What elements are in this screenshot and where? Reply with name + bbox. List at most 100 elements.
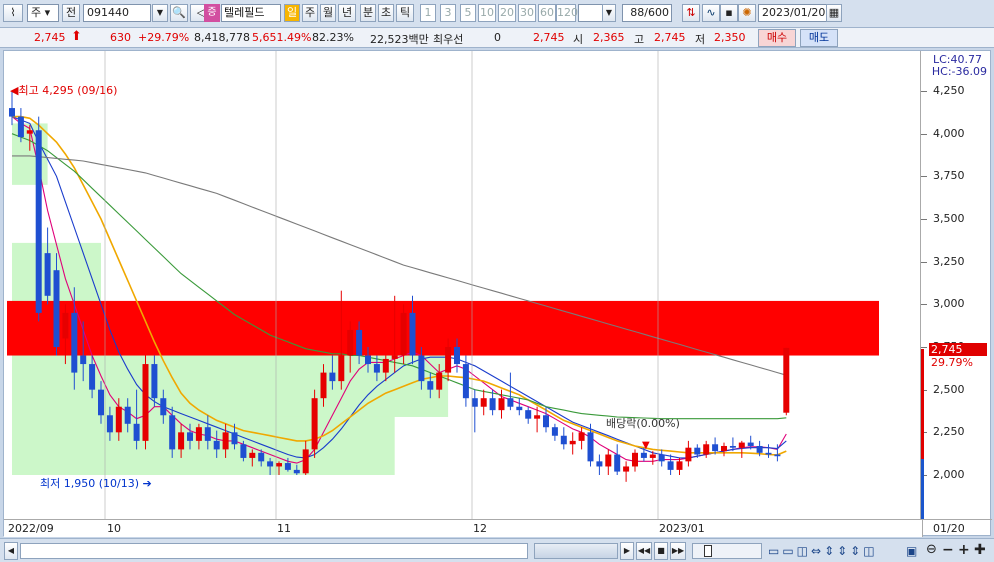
candle-body-29 [267, 461, 274, 467]
buy-button[interactable]: 매수 [758, 29, 796, 47]
stock-dropdown-button[interactable]: ▼ [152, 4, 168, 22]
interval-dropdown-button[interactable]: ▼ [602, 4, 616, 22]
y-tick-label: 4,000 [933, 126, 965, 140]
candle-body-22 [204, 427, 211, 441]
period-week-button[interactable]: 주 [302, 4, 318, 22]
candle-chart-plot[interactable] [4, 51, 922, 519]
stock-name: 텔레필드 [221, 4, 281, 22]
calendar-icon[interactable]: ▦ [826, 4, 842, 22]
rewind-button[interactable]: ◀◀ [636, 542, 652, 560]
y-tick-label: 3,000 [933, 297, 965, 311]
stock-code-input[interactable]: 091440 [83, 4, 151, 22]
candle-body-84 [756, 445, 763, 453]
period-day-button[interactable]: 일 [284, 4, 300, 22]
period-low-label: 최저 1,950 (10/13) [40, 477, 140, 490]
period-minute-button[interactable]: 분 [360, 4, 376, 22]
candle-body-78 [703, 444, 710, 455]
resistance-zone [7, 300, 879, 356]
low-label: 저 [695, 33, 706, 46]
interval-60-button[interactable]: 60 [538, 4, 556, 22]
candle-body-66 [596, 461, 603, 467]
scrollbar-thumb[interactable] [534, 543, 618, 559]
y-tick-mark [921, 347, 927, 348]
save-icon[interactable]: ▪ [720, 4, 738, 22]
period-tick-button[interactable]: 틱 [396, 4, 414, 22]
candle-body-19 [178, 432, 185, 450]
candle-body-62 [560, 435, 567, 445]
candle-body-23 [213, 440, 220, 450]
up-arrow-icon: ⬆ [71, 29, 82, 44]
date-input[interactable]: 2023/01/20 [758, 4, 828, 22]
high-price: 2,745 [654, 31, 686, 44]
snapshot-icon[interactable]: ▣ [906, 544, 917, 558]
candle-body-37 [338, 355, 345, 382]
period-month-button[interactable]: 월 [320, 4, 336, 22]
zoom-out-button[interactable]: − [942, 542, 954, 558]
candle-body-1 [17, 116, 24, 138]
drawing-tool-icons[interactable]: ▭▭◫⇔⇕⇕⇕◫ [768, 544, 878, 558]
interval-10-button[interactable]: 10 [478, 4, 496, 22]
candle-body-65 [587, 432, 594, 462]
interval-20-button[interactable]: 20 [498, 4, 516, 22]
search-icon[interactable]: 🔍 [170, 4, 188, 22]
candle-body-7 [71, 312, 78, 373]
y-tick-label: 3,750 [933, 169, 965, 183]
interval-3-button[interactable]: 3 [440, 4, 456, 22]
zoom-slider[interactable] [692, 543, 762, 559]
market-type-select[interactable]: 주 ▾ [27, 4, 59, 22]
stop-button[interactable]: ■ [654, 542, 668, 560]
candle-body-81 [729, 445, 736, 448]
zoom-in-button[interactable]: + [958, 542, 970, 558]
period-high-marker: ◀최고 4,295 (09/16) [10, 84, 118, 97]
candle-body-25 [231, 432, 238, 445]
y-axis: LC:40.77 HC:-36.09 4,250 4,000 3,750 3,500 3… [920, 51, 990, 519]
scrollbar-track[interactable] [20, 543, 528, 559]
y-tick-label: 2,000 [933, 468, 965, 481]
x-label-sep: 2022/09 [8, 522, 54, 535]
y-tick-mark [921, 176, 927, 178]
candle-body-63 [569, 440, 576, 445]
chart-type-icon[interactable]: ⌇ [3, 4, 23, 22]
fast-forward-button[interactable]: ▶▶ [670, 542, 686, 560]
candle-body-74 [667, 461, 674, 470]
settings-gear-icon[interactable]: ✺ [738, 4, 756, 22]
y-tick-mark [921, 261, 927, 263]
candle-body-42 [382, 358, 389, 373]
candle-body-45 [409, 312, 416, 356]
period-year-button[interactable]: 년 [338, 4, 356, 22]
fit-screen-button[interactable]: ✚ [974, 542, 986, 558]
chart-style-icon[interactable]: ⇅ [682, 4, 700, 22]
candle-body-41 [373, 364, 380, 373]
prev-button[interactable]: 전 [62, 4, 80, 22]
high-label: 고 [634, 33, 645, 46]
candle-body-68 [614, 454, 621, 472]
y-tick-label: 3,250 [933, 254, 965, 268]
candle-body-55 [498, 398, 505, 411]
sell-button[interactable]: 매도 [800, 29, 838, 47]
period-second-button[interactable]: 초 [378, 4, 394, 22]
interval-120-button[interactable]: 120 [556, 4, 578, 22]
period-high-label: 최고 4,295 (09/16) [18, 84, 118, 97]
zoom-magnifier-icon[interactable]: ⊖ [926, 542, 937, 557]
candle-body-14 [133, 423, 140, 441]
count-input[interactable]: 88/600 [622, 4, 672, 22]
price-chart[interactable]: ◀최고 4,295 (09/16) 최저 1,950 (10/13) ➔ 배당락… [3, 50, 992, 537]
zoom-slider-handle[interactable] [704, 545, 712, 557]
open-label: 시 [573, 33, 584, 46]
y-tick-label: 4,250 [933, 84, 965, 97]
candle-body-43 [391, 355, 398, 359]
scroll-left-button[interactable]: ◀ [4, 542, 18, 560]
candle-body-18 [169, 415, 176, 450]
candle-body-30 [276, 463, 282, 467]
interval-5-button[interactable]: 5 [460, 4, 476, 22]
candle-body-21 [195, 427, 202, 441]
line-tool-icon[interactable]: ∿ [702, 4, 720, 22]
priority-label: 최우선 [433, 33, 464, 46]
play-button[interactable]: ▶ [620, 542, 634, 560]
current-price: 2,745 [34, 31, 66, 44]
candle-body-13 [124, 406, 131, 424]
interval-30-button[interactable]: 30 [518, 4, 536, 22]
interval-1-button[interactable]: 1 [420, 4, 436, 22]
trade-amount: 22,523백만 [370, 33, 429, 46]
change-percent: +29.79% [138, 31, 190, 44]
